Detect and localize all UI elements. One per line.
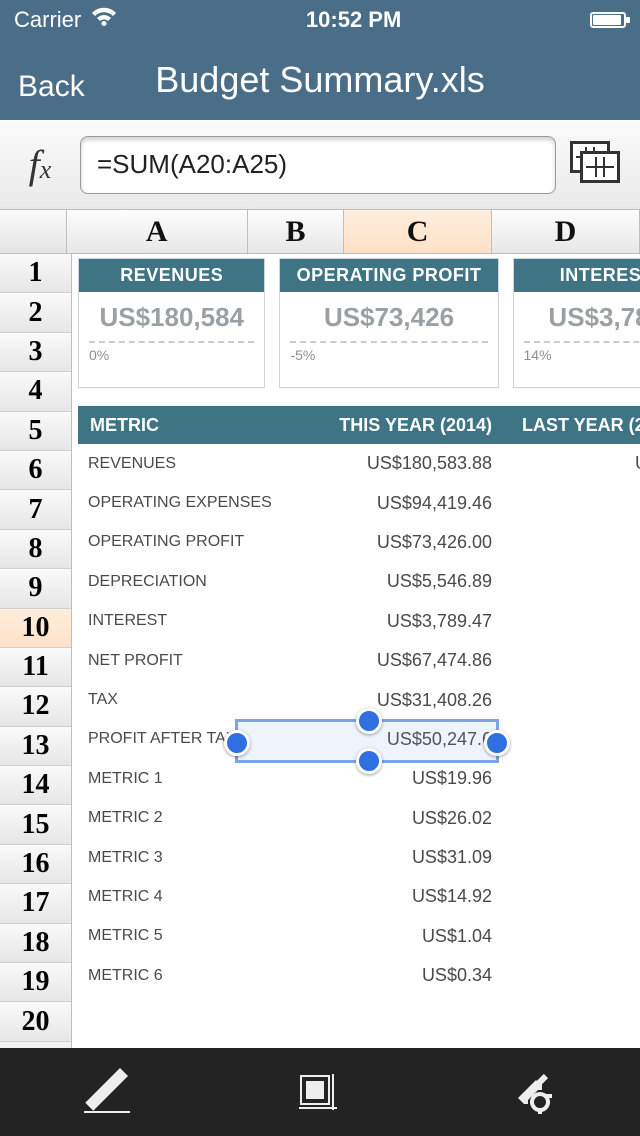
- table-row[interactable]: METRIC 4US$14.92US: [78, 877, 640, 916]
- cell-selection[interactable]: [235, 719, 499, 763]
- row-header[interactable]: 12: [0, 687, 71, 726]
- row-header[interactable]: 16: [0, 845, 71, 884]
- row-header[interactable]: 5: [0, 412, 71, 451]
- row-header[interactable]: 6: [0, 451, 71, 490]
- table-row[interactable]: DEPRECIATIONUS$5,546.89US$5: [78, 562, 640, 601]
- row-header[interactable]: 3: [0, 333, 71, 372]
- row-header[interactable]: 10: [0, 609, 71, 648]
- table-row[interactable]: METRIC 5US$1.04U: [78, 917, 640, 956]
- row-headers: 1 2 3 4 5 6 7 8 9 10 11 12 13 14 15 16 1…: [0, 254, 72, 1048]
- row-header[interactable]: 7: [0, 490, 71, 529]
- table-row[interactable]: REVENUESUS$180,583.88US$180: [78, 444, 640, 483]
- row-header[interactable]: 13: [0, 727, 71, 766]
- selection-handle-left[interactable]: [224, 730, 250, 756]
- summary-card-operating-profit: OPERATING PROFIT US$73,426 -5%: [279, 258, 498, 388]
- table-header: METRIC THIS YEAR (2014) LAST YEAR (2: [78, 406, 640, 444]
- summary-card-revenues: REVENUES US$180,584 0%: [78, 258, 265, 388]
- carrier-label: Carrier: [14, 7, 81, 33]
- card-pct: -5%: [280, 343, 497, 363]
- wifi-icon: [91, 7, 117, 33]
- table-row[interactable]: INTERESTUS$3,789.47US$3: [78, 602, 640, 641]
- row-header[interactable]: 19: [0, 963, 71, 1002]
- card-value: US$3,789: [514, 292, 640, 337]
- card-pct: 14%: [514, 343, 640, 363]
- layout-tool-icon[interactable]: [293, 1068, 347, 1116]
- card-title: INTEREST: [514, 259, 640, 292]
- column-header-d[interactable]: D: [492, 210, 640, 253]
- back-button[interactable]: Back: [18, 70, 85, 104]
- row-header[interactable]: 17: [0, 884, 71, 923]
- formula-bar: fx: [0, 120, 640, 210]
- table-row[interactable]: METRIC 2US$26.02US: [78, 799, 640, 838]
- column-header-row: A B C D: [0, 210, 640, 254]
- table-row[interactable]: METRIC 6US$0.34U: [78, 956, 640, 995]
- row-header[interactable]: 4: [0, 372, 71, 411]
- formula-input[interactable]: [80, 136, 556, 194]
- document-title: Budget Summary.xls: [155, 59, 484, 101]
- bottom-toolbar: [0, 1048, 640, 1136]
- row-header[interactable]: 18: [0, 924, 71, 963]
- column-header-b[interactable]: B: [248, 210, 344, 253]
- card-value: US$73,426: [280, 292, 497, 337]
- battery-icon: [590, 12, 626, 28]
- fx-icon[interactable]: fx: [14, 141, 66, 188]
- row-header[interactable]: 8: [0, 530, 71, 569]
- settings-tool-icon[interactable]: [506, 1068, 560, 1116]
- sheets-button[interactable]: [570, 141, 626, 189]
- card-title: REVENUES: [79, 259, 264, 292]
- nav-bar: Back Budget Summary.xls: [0, 40, 640, 120]
- card-pct: 0%: [79, 343, 264, 363]
- row-header[interactable]: 11: [0, 648, 71, 687]
- select-all-corner[interactable]: [0, 210, 67, 253]
- clock: 10:52 PM: [306, 7, 401, 33]
- table-row[interactable]: NET PROFITUS$67,474.86US$66: [78, 641, 640, 680]
- cell-canvas[interactable]: REVENUES US$180,584 0% OPERATING PROFIT …: [72, 254, 640, 1048]
- row-header[interactable]: 14: [0, 766, 71, 805]
- table-row[interactable]: METRIC 3US$31.09US: [78, 838, 640, 877]
- draft-tool-icon[interactable]: [80, 1068, 134, 1116]
- col-last-year: LAST YEAR (2: [500, 415, 640, 436]
- table-row[interactable]: OPERATING PROFITUS$73,426.00US$77: [78, 523, 640, 562]
- row-header[interactable]: 2: [0, 293, 71, 332]
- column-header-c[interactable]: C: [344, 210, 492, 253]
- selection-handle-right[interactable]: [484, 730, 510, 756]
- table-row[interactable]: OPERATING EXPENSESUS$94,419.46US$80: [78, 483, 640, 522]
- col-this-year: THIS YEAR (2014): [288, 415, 500, 436]
- selection-handle-bottom[interactable]: [356, 748, 382, 774]
- column-header-a[interactable]: A: [67, 210, 248, 253]
- row-header[interactable]: 1: [0, 254, 71, 293]
- status-bar: Carrier 10:52 PM: [0, 0, 640, 40]
- summary-card-interest: INTEREST US$3,789 14%: [513, 258, 640, 388]
- metrics-table: METRIC THIS YEAR (2014) LAST YEAR (2 REV…: [78, 406, 640, 995]
- spreadsheet-grid[interactable]: 1 2 3 4 5 6 7 8 9 10 11 12 13 14 15 16 1…: [0, 254, 640, 1048]
- col-metric: METRIC: [78, 415, 288, 436]
- card-title: OPERATING PROFIT: [280, 259, 497, 292]
- card-value: US$180,584: [79, 292, 264, 337]
- row-header[interactable]: 20: [0, 1002, 71, 1041]
- row-header[interactable]: 9: [0, 569, 71, 608]
- row-header[interactable]: 15: [0, 805, 71, 844]
- selection-handle-top[interactable]: [356, 708, 382, 734]
